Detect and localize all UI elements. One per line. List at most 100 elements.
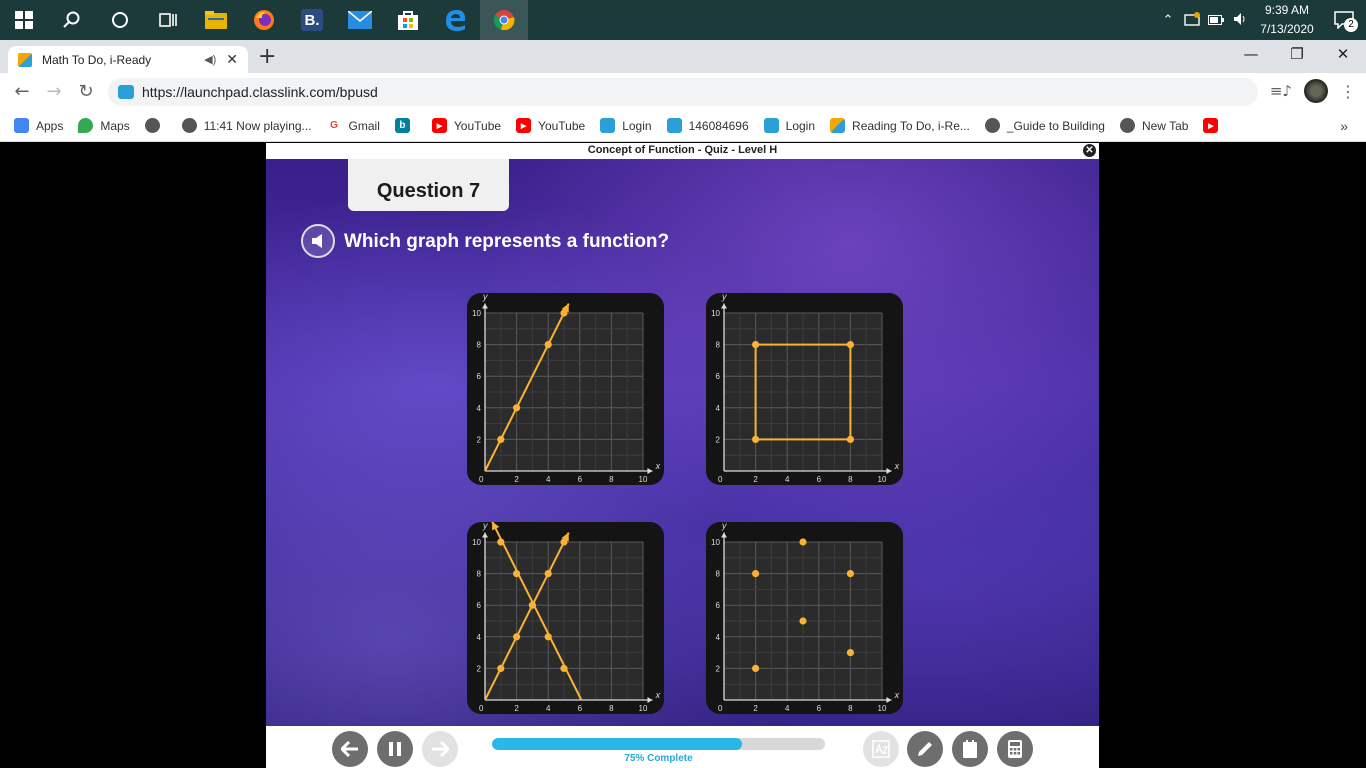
new-tab-button[interactable]: +	[258, 46, 276, 68]
maps-icon	[78, 118, 94, 133]
x-tick-label: 10	[639, 475, 648, 484]
bookmark-item[interactable]: Apps	[14, 118, 63, 133]
x-tick-label: 4	[785, 475, 790, 484]
mail-icon[interactable]	[336, 0, 384, 40]
toolbar-right: ≡♪ ⋮	[1270, 79, 1356, 103]
store-icon[interactable]	[384, 0, 432, 40]
x-tick-label: 2	[514, 475, 519, 484]
y-tick-label: 2	[477, 664, 482, 673]
profile-avatar[interactable]	[1304, 79, 1328, 103]
data-point	[846, 570, 854, 578]
battery-icon[interactable]	[1204, 13, 1228, 28]
chrome-icon[interactable]	[480, 0, 528, 40]
y-tick-label: 6	[716, 601, 721, 610]
url-bar[interactable]: https://launchpad.classlink.com/bpusd	[108, 78, 1258, 106]
data-point	[513, 633, 521, 641]
b-app-letter: B.	[301, 9, 323, 31]
volume-icon[interactable]	[1228, 12, 1252, 29]
bookmark-item[interactable]: ▶ YouTube	[516, 118, 585, 133]
forward-arrow-icon[interactable]: →	[38, 81, 70, 102]
browser-tab[interactable]: Math To Do, i-Ready ◀) ✕	[8, 46, 248, 73]
bookmark-item[interactable]: ▶	[1203, 118, 1225, 133]
classlink-icon	[600, 118, 616, 133]
bookmark-item[interactable]: Login	[600, 118, 652, 133]
bookmark-item[interactable]: New Tab	[1119, 118, 1188, 133]
notification-center-icon[interactable]: 2	[1322, 0, 1366, 40]
pause-button[interactable]	[377, 731, 413, 767]
system-tray: ⌃ 9:39 AM 7/13/2020 2	[1156, 0, 1366, 40]
answer-choice-a[interactable]: x y 2 4 6 8 10 2 4 6 8 10 0	[467, 293, 664, 485]
cortana-icon[interactable]	[96, 0, 144, 40]
next-button[interactable]	[422, 731, 458, 767]
answer-choice-d[interactable]: x y 2 4 6 8 10 2 4 6 8 10 0	[706, 522, 903, 714]
restore-icon[interactable]: ❐	[1274, 40, 1320, 70]
back-button[interactable]	[332, 731, 368, 767]
bookmarks-overflow-icon[interactable]: »	[1340, 118, 1348, 134]
minimize-icon[interactable]: —	[1228, 40, 1274, 70]
search-icon[interactable]	[48, 0, 96, 40]
x-tick-label: 6	[578, 704, 583, 713]
data-point	[752, 664, 760, 672]
bookmark-item[interactable]: 146084696	[666, 118, 749, 133]
tab-close-icon[interactable]: ✕	[226, 51, 238, 68]
bookmark-label: Gmail	[348, 118, 380, 133]
bookmark-item[interactable]: Reading To Do, i-Re...	[830, 118, 970, 133]
apps-grid-icon	[14, 118, 29, 133]
bookmark-item[interactable]: Maps	[78, 118, 130, 133]
bookmark-item[interactable]: Login	[763, 118, 815, 133]
chrome-menu-icon[interactable]: ⋮	[1340, 82, 1356, 101]
x-tick-label: 10	[878, 475, 887, 484]
answer-choice-c[interactable]: x y 2 4 6 8 10 2 4 6 8 10 0	[467, 522, 664, 714]
data-point	[528, 601, 536, 609]
page-content: Concept of Function - Quiz - Level H ✕ Q…	[0, 143, 1366, 768]
edge-icon[interactable]	[432, 0, 480, 40]
y-tick-label: 8	[716, 570, 721, 579]
x-tick-label: 6	[817, 704, 822, 713]
x-axis-arrow	[647, 468, 653, 474]
bookmark-label: YouTube	[453, 118, 502, 133]
data-point	[846, 435, 854, 443]
y-tick-label: 4	[716, 404, 721, 413]
reload-icon[interactable]: ↻	[70, 81, 102, 102]
glossary-icon[interactable]	[863, 731, 899, 767]
clock[interactable]: 9:39 AM 7/13/2020	[1252, 1, 1322, 39]
bookmark-item[interactable]: b	[394, 118, 417, 133]
lesson-close-icon[interactable]: ✕	[1083, 144, 1096, 157]
globe-icon	[984, 118, 1000, 133]
data-point	[497, 664, 505, 672]
file-explorer-icon[interactable]	[192, 0, 240, 40]
pencil-icon[interactable]	[907, 731, 943, 767]
firefox-icon[interactable]	[240, 0, 288, 40]
data-point	[560, 538, 568, 546]
data-point	[846, 649, 854, 657]
bookmark-item[interactable]: 11:41 Now playing...	[181, 118, 312, 133]
lesson-frame-title: Concept of Function - Quiz - Level H ✕	[266, 143, 1099, 159]
bookmark-item[interactable]	[144, 118, 167, 133]
x-tick-label: 10	[878, 704, 887, 713]
window-close-icon[interactable]: ✕	[1320, 40, 1366, 70]
bookmark-item[interactable]: ▶ YouTube	[431, 118, 502, 133]
answer-choice-b[interactable]: x y 2 4 6 8 10 2 4 6 8 10 0	[706, 293, 903, 485]
windows-start-icon[interactable]	[0, 0, 48, 40]
notepad-icon[interactable]	[952, 731, 988, 767]
bookmark-label: Apps	[36, 118, 64, 133]
y-tick-label: 4	[477, 633, 482, 642]
task-view-icon[interactable]	[144, 0, 192, 40]
b-app-icon[interactable]: B.	[288, 0, 336, 40]
tab-audio-icon[interactable]: ◀)	[204, 53, 216, 66]
x-tick-label: 8	[848, 475, 853, 484]
media-control-icon[interactable]: ≡♪	[1270, 82, 1292, 100]
bookmark-item[interactable]: G Gmail	[326, 118, 380, 133]
data-point	[513, 404, 521, 412]
globe-icon	[1119, 118, 1135, 133]
audio-speaker-icon[interactable]	[301, 224, 335, 258]
bookmark-item[interactable]: _Guide to Building	[984, 118, 1105, 133]
progress-fill	[492, 738, 742, 750]
chevron-up-icon[interactable]: ⌃	[1156, 12, 1180, 28]
question-prompt: Which graph represents a function?	[344, 231, 670, 252]
network-icon[interactable]	[1180, 11, 1204, 29]
calculator-icon[interactable]	[997, 731, 1033, 767]
back-arrow-icon[interactable]: ←	[6, 81, 38, 102]
x-tick-label: 6	[578, 475, 583, 484]
data-point	[560, 664, 568, 672]
